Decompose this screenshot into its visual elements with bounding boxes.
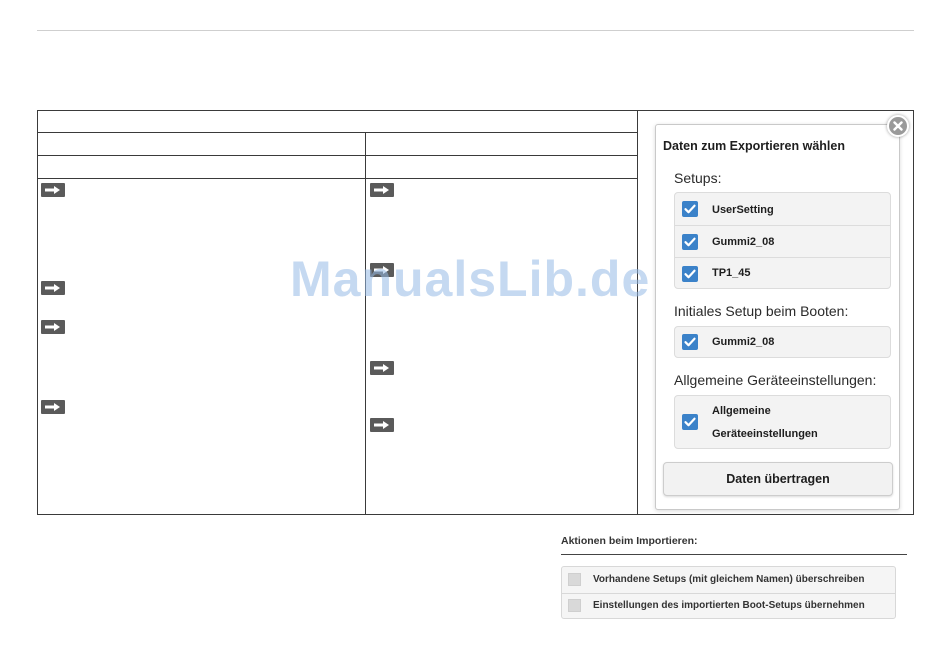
setup-row[interactable]: Gummi2_08 [675, 225, 890, 258]
checkmark-icon [684, 237, 696, 247]
checkmark-icon [684, 269, 696, 279]
arrow-right-icon [370, 361, 394, 375]
import-option-label: Vorhandene Setups (mit gleichem Namen) ü… [593, 574, 865, 585]
transfer-data-button[interactable]: Daten übertragen [663, 462, 893, 496]
checkmark-icon [684, 204, 696, 214]
setup-checkbox[interactable] [682, 201, 698, 217]
dialog-title: Daten zum Exportieren wählen [663, 139, 845, 153]
arrow-right-icon [41, 320, 65, 334]
boot-setup-list: Gummi2_08 [674, 326, 891, 358]
setup-label: TP1_45 [712, 267, 751, 279]
import-title-rule [561, 554, 907, 555]
arrow-right-icon [41, 183, 65, 197]
setup-row[interactable]: UserSetting [675, 193, 890, 225]
import-option-row[interactable]: Vorhandene Setups (mit gleichem Namen) ü… [562, 567, 895, 593]
import-options-list: Vorhandene Setups (mit gleichem Namen) ü… [561, 566, 896, 619]
page-top-rule [37, 30, 914, 31]
setup-checkbox[interactable] [682, 266, 698, 282]
table-rule [37, 155, 638, 156]
arrow-right-icon [370, 418, 394, 432]
import-actions-title: Aktionen beim Importieren: [561, 535, 698, 547]
arrow-right-icon [41, 281, 65, 295]
setup-checkbox[interactable] [682, 234, 698, 250]
watermark: ManualsLib.de [290, 251, 651, 307]
boot-setup-checkbox[interactable] [682, 334, 698, 350]
setup-row[interactable]: TP1_45 [675, 257, 890, 290]
table-column-divider [637, 110, 638, 515]
setup-label: UserSetting [712, 204, 774, 216]
overwrite-setups-checkbox[interactable] [568, 573, 581, 586]
table-column-divider [365, 132, 366, 515]
general-settings-label: Allgemeine Geräteeinstellungen: [674, 372, 877, 388]
setups-label: Setups: [674, 170, 722, 186]
boot-setup-label: Initiales Setup beim Booten: [674, 303, 849, 319]
arrow-right-icon [370, 183, 394, 197]
boot-setup-name: Gummi2_08 [712, 336, 775, 348]
checkmark-icon [684, 337, 696, 347]
general-settings-list: Allgemeine Geräteeinstellungen [674, 395, 891, 449]
arrow-right-icon [41, 400, 65, 414]
general-settings-row[interactable]: Allgemeine Geräteeinstellungen [675, 396, 890, 450]
setups-list: UserSetting Gummi2_08 TP1_45 [674, 192, 891, 289]
table-rule [37, 132, 638, 133]
checkmark-icon [684, 417, 696, 427]
import-option-row[interactable]: Einstellungen des importierten Boot-Setu… [562, 593, 895, 620]
general-settings-line1: Allgemeine [712, 405, 771, 417]
general-settings-line2: Geräteeinstellungen [712, 428, 818, 440]
close-icon [893, 121, 903, 131]
table-rule [37, 178, 638, 179]
boot-setup-row[interactable]: Gummi2_08 [675, 327, 890, 359]
setup-label: Gummi2_08 [712, 236, 775, 248]
general-settings-checkbox[interactable] [682, 414, 698, 430]
import-option-label: Einstellungen des importierten Boot-Setu… [593, 600, 865, 611]
apply-boot-setup-checkbox[interactable] [568, 599, 581, 612]
close-button[interactable] [887, 115, 909, 137]
